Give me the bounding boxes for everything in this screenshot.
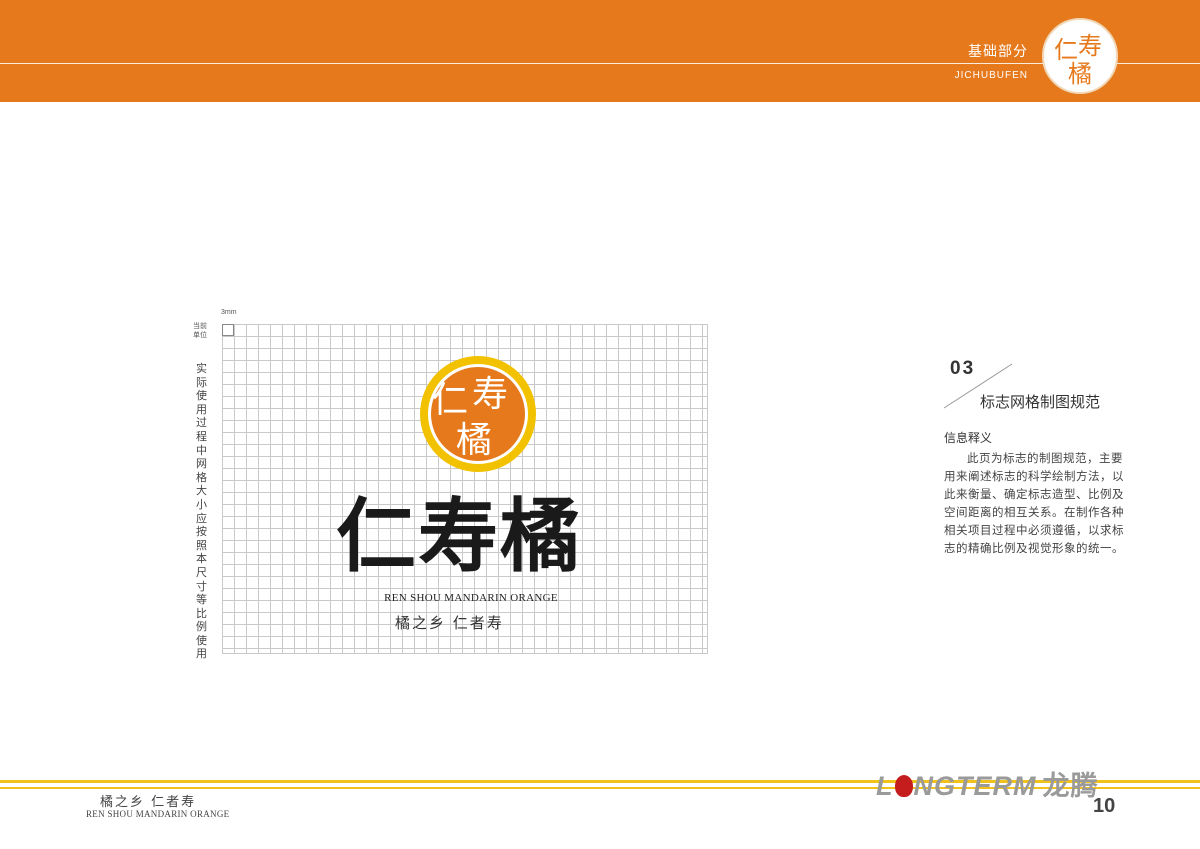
current-unit-label: 当前单位	[193, 322, 207, 339]
unit-cell-marker	[222, 324, 234, 336]
section-title: 标志网格制图规范	[980, 393, 1101, 411]
logo-wordmark: 仁寿橘	[336, 489, 582, 583]
emblem-char-3: 橘	[456, 420, 492, 461]
page-number: 10	[1093, 795, 1116, 817]
logo-english-name: REN SHOU MANDARIN ORANGE	[384, 592, 558, 604]
seal-char-3: 橘	[1068, 60, 1092, 88]
unit-size-label: 3mm	[221, 309, 237, 316]
brand-suffix: NGTERM	[913, 771, 1037, 801]
grid-usage-note: 实际使用过程中网格大小应按照本尺寸等比例使用	[196, 362, 207, 661]
orange-seal-icon: 仁 寿 橘	[420, 356, 536, 472]
brand-cn: 龙腾	[1042, 771, 1099, 801]
brand-prefix: L	[876, 771, 894, 801]
logo-slogan: 橘之乡 仁者寿	[395, 614, 504, 632]
header-seal-logo: 仁 寿 橘	[1042, 18, 1118, 94]
longterm-brand-logo: L NGTERM 龙腾	[876, 764, 1099, 803]
brand-o-mark-icon	[894, 775, 913, 797]
info-heading: 信息释义	[944, 431, 993, 445]
logo-emblem: 仁 寿 橘	[418, 354, 538, 474]
seal-icon: 仁 寿 橘	[1054, 32, 1102, 88]
seal-char-2: 寿	[1078, 32, 1102, 60]
section-name-cn: 基础部分	[968, 44, 1028, 60]
header-divider	[0, 63, 1200, 64]
section-name-en: JICHUBUFEN	[954, 70, 1028, 81]
info-body: 此页为标志的制图规范，主要用来阐述标志的科学绘制方法，以此来衡量、确定标志造型、…	[944, 451, 1124, 555]
emblem-char-2: 寿	[472, 374, 508, 415]
footer-slogan-cn: 橘之乡 仁者寿	[100, 795, 197, 810]
footer-slogan-en: REN SHOU MANDARIN ORANGE	[86, 809, 230, 819]
emblem-char-1: 仁	[432, 380, 468, 421]
